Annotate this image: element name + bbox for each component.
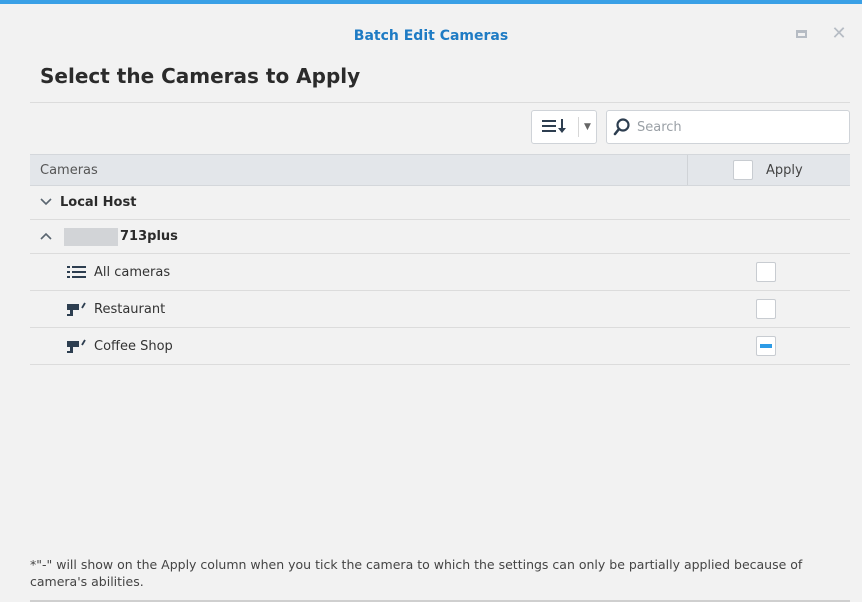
cameras-column-header[interactable]: Cameras	[40, 163, 98, 178]
camera-icon	[67, 338, 87, 354]
footnote: *"-" will show on the Apply column when …	[30, 557, 803, 589]
list-item-all-cameras[interactable]: All cameras	[30, 254, 850, 291]
row-label: All cameras	[94, 265, 171, 280]
list-icon	[67, 264, 87, 280]
batch-edit-cameras-window: Batch Edit Cameras ✕ Select the Cameras …	[0, 0, 862, 602]
row-label: Restaurant	[94, 302, 166, 317]
camera-icon	[67, 301, 87, 317]
redacted-name	[64, 228, 118, 246]
apply-checkbox-partial[interactable]	[756, 336, 776, 356]
maximize-button[interactable]	[793, 26, 809, 42]
sort-icon	[532, 118, 578, 137]
search-icon	[607, 118, 637, 136]
row-label: Coffee Shop	[94, 339, 173, 354]
column-separator	[687, 155, 688, 185]
search-box[interactable]	[606, 110, 850, 144]
title-bar: Batch Edit Cameras ✕	[0, 8, 862, 58]
table-header: Cameras Apply	[30, 154, 850, 186]
apply-all-checkbox[interactable]	[733, 160, 753, 180]
group-row-local-host[interactable]: Local Host	[30, 186, 850, 220]
page-heading: Select the Cameras to Apply	[40, 64, 361, 88]
apply-checkbox[interactable]	[756, 299, 776, 319]
close-button[interactable]: ✕	[831, 23, 847, 44]
group-label: Local Host	[60, 195, 137, 210]
list-item-restaurant[interactable]: Restaurant	[30, 291, 850, 328]
group-row-server[interactable]: 713plus	[30, 220, 850, 254]
close-icon: ✕	[831, 23, 847, 44]
sort-button[interactable]: ▼	[531, 110, 597, 144]
chevron-down-icon[interactable]	[40, 196, 52, 209]
list-item-coffee-shop[interactable]: Coffee Shop	[30, 328, 850, 365]
apply-checkbox[interactable]	[756, 262, 776, 282]
window-title: Batch Edit Cameras	[353, 28, 509, 44]
search-input[interactable]	[637, 119, 837, 135]
maximize-icon	[795, 30, 807, 38]
chevron-down-icon[interactable]: ▼	[579, 122, 596, 132]
chevron-up-icon[interactable]	[40, 230, 52, 243]
group-label: 713plus	[120, 229, 178, 244]
divider	[30, 102, 850, 103]
apply-column-header: Apply	[766, 163, 803, 178]
